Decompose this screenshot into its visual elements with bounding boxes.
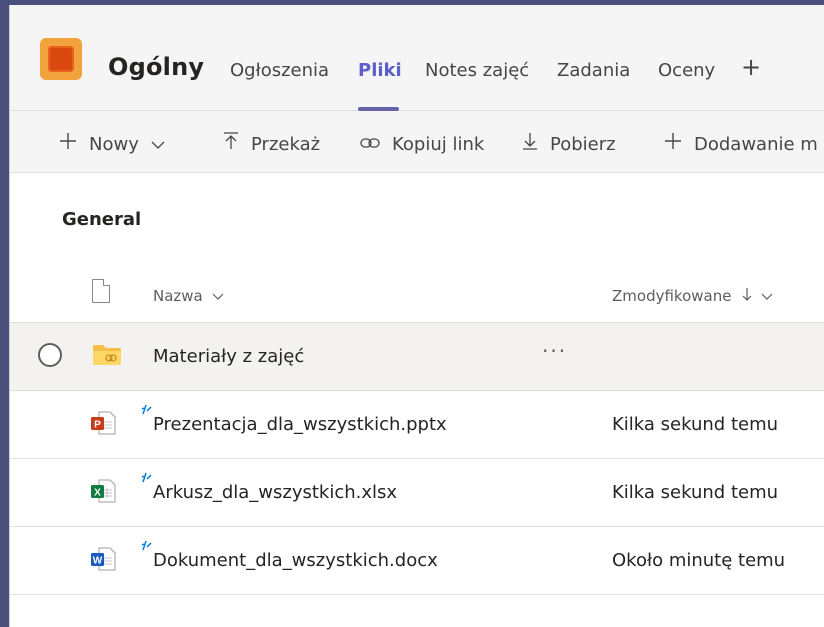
row-modified: Kilka sekund temu <box>612 482 779 503</box>
row-name[interactable]: Arkusz_dla_wszystkich.xlsx <box>153 482 397 503</box>
tab-notes-zajec[interactable]: Notes zajęć <box>425 60 529 81</box>
column-header-modified[interactable]: Zmodyfikowane <box>612 287 773 305</box>
table-row[interactable]: Materiały z zajęć ··· <box>10 322 824 390</box>
row-select-radio[interactable] <box>38 343 62 367</box>
tab-ogloszenia[interactable]: Ogłoszenia <box>230 60 329 81</box>
sort-descending-icon <box>742 287 757 305</box>
powerpoint-file-icon: P <box>90 410 116 436</box>
chevron-down-icon <box>151 138 165 154</box>
row-name[interactable]: Prezentacja_dla_wszystkich.pptx <box>153 414 447 435</box>
link-icon <box>360 131 380 155</box>
svg-text:X: X <box>94 488 101 499</box>
download-button-label: Pobierz <box>550 134 616 155</box>
row-name[interactable]: Materiały z zajęć <box>153 346 304 367</box>
plus-icon <box>59 131 77 155</box>
excel-file-icon: X <box>90 478 116 504</box>
plus-icon <box>664 131 682 155</box>
new-button[interactable]: Nowy <box>59 131 165 155</box>
copy-link-button[interactable]: Kopiuj link <box>360 131 484 155</box>
team-logo-inner <box>48 46 74 72</box>
more-options-button[interactable]: ··· <box>542 339 567 363</box>
file-type-column-icon <box>92 279 110 303</box>
channel-header: Ogólny Ogłoszenia Pliki Notes zajęć Zada… <box>10 5 824 111</box>
new-item-icon <box>141 401 153 415</box>
upload-icon <box>223 131 239 155</box>
svg-text:P: P <box>94 420 101 431</box>
column-header-modified-label: Zmodyfikowane <box>612 287 732 305</box>
word-file-icon: W <box>90 546 116 572</box>
channel-title: Ogólny <box>108 53 205 81</box>
download-icon <box>522 131 538 155</box>
folder-title: General <box>62 209 142 230</box>
chevron-down-icon <box>212 287 224 305</box>
column-header-name-label: Nazwa <box>153 287 203 305</box>
new-item-icon <box>141 469 153 483</box>
table-row[interactable]: X Arkusz_dla_wszystkich.xlsx Kilka sekun… <box>10 458 824 526</box>
upload-button-label: Przekaż <box>251 134 321 155</box>
tab-zadania[interactable]: Zadania <box>557 60 630 81</box>
add-shortcut-button[interactable]: Dodawanie m <box>664 131 818 155</box>
table-row[interactable]: W Dokument_dla_wszystkich.docx Około min… <box>10 526 824 595</box>
column-header-name[interactable]: Nazwa <box>153 287 224 305</box>
new-button-label: Nowy <box>89 134 139 155</box>
tab-oceny[interactable]: Oceny <box>658 60 715 81</box>
tab-pliki[interactable]: Pliki <box>358 60 402 81</box>
copy-link-button-label: Kopiuj link <box>392 134 485 155</box>
file-list-area: General Nazwa Zmodyfikowane Materiały z … <box>10 173 824 627</box>
row-modified: Kilka sekund temu <box>612 414 779 435</box>
shared-folder-icon <box>92 344 122 366</box>
new-item-icon <box>141 537 153 551</box>
table-row[interactable]: P Prezentacja_dla_wszystkich.pptx Kilka … <box>10 390 824 458</box>
add-shortcut-button-label: Dodawanie m <box>694 134 818 155</box>
row-modified: Około minutę temu <box>612 550 786 571</box>
add-tab-button[interactable]: + <box>741 53 761 81</box>
files-toolbar: Nowy Przekaż Kopiuj link Pobierz Dodawan… <box>10 111 824 173</box>
row-name[interactable]: Dokument_dla_wszystkich.docx <box>153 550 438 571</box>
chevron-down-icon <box>761 287 773 305</box>
team-logo-icon <box>40 38 82 80</box>
frame-left-border <box>0 0 9 627</box>
download-button[interactable]: Pobierz <box>522 131 616 155</box>
upload-button[interactable]: Przekaż <box>223 131 320 155</box>
svg-text:W: W <box>93 556 103 567</box>
